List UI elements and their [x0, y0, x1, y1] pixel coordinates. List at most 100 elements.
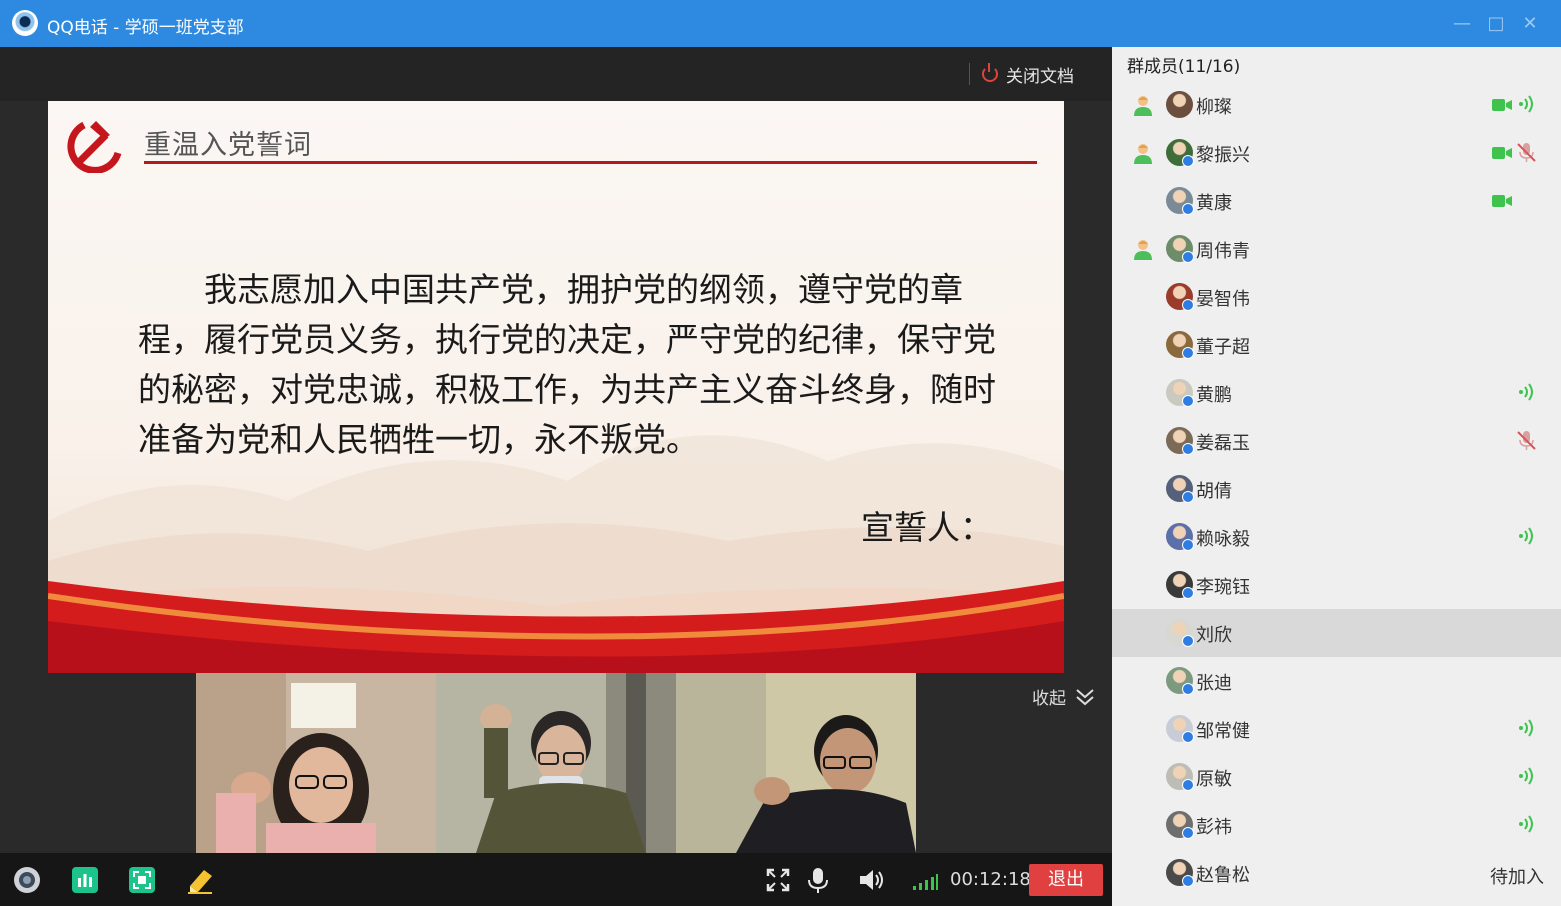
call-toolbar: 00:12:18 退出 [0, 853, 1112, 906]
video-camera-icon [1492, 147, 1512, 159]
video-camera-icon [1492, 195, 1512, 207]
member-row[interactable]: 原敏 [1112, 753, 1561, 801]
fullscreen-icon[interactable] [764, 866, 792, 894]
member-row[interactable]: 刘欣 [1112, 609, 1561, 657]
member-row[interactable]: 赖咏毅 [1112, 513, 1561, 561]
device-badge-icon [1182, 683, 1194, 695]
close-icon[interactable]: ✕ [1520, 14, 1540, 34]
close-document-label: 关闭文档 [1006, 66, 1074, 87]
collapse-label: 收起 [1032, 689, 1066, 709]
member-name: 柳璨 [1196, 97, 1232, 118]
avatar [1166, 91, 1193, 118]
muted-microphone-icon [1517, 431, 1536, 450]
party-emblem-icon [67, 121, 122, 173]
member-row[interactable]: 黄康 [1112, 177, 1561, 225]
device-badge-icon [1182, 779, 1194, 791]
speaking-icon [1519, 815, 1533, 833]
device-badge-icon [1182, 875, 1194, 887]
video-feed-1[interactable] [196, 673, 436, 853]
member-name: 姜磊玉 [1196, 433, 1250, 454]
title-underline [144, 161, 1037, 164]
device-badge-icon [1182, 539, 1194, 551]
host-user-icon [1134, 144, 1152, 164]
device-badge-icon [1182, 827, 1194, 839]
slide-title: 重温入党誓词 [144, 130, 312, 161]
member-name: 黄鹏 [1196, 385, 1232, 406]
chart-icon[interactable] [71, 866, 99, 894]
whiteboard-icon[interactable] [186, 866, 214, 894]
speaking-icon [1519, 719, 1533, 737]
close-document-button[interactable]: 关闭文档 [982, 61, 1074, 87]
host-user-icon [1134, 240, 1152, 260]
exit-button[interactable]: 退出 [1029, 864, 1103, 896]
shared-slide: 重温入党誓词 我志愿加入中国共产党，拥护党的纲领，遵守党的章程，履行党员义务，执… [48, 101, 1064, 673]
divider [969, 63, 970, 85]
device-badge-icon [1182, 347, 1194, 359]
member-name: 黎振兴 [1196, 145, 1250, 166]
member-row[interactable]: 邹常健 [1112, 705, 1561, 753]
video-feed-3[interactable] [676, 673, 916, 853]
maximize-icon[interactable]: □ [1486, 14, 1506, 34]
title-bar: QQ电话 - 学硕一班党支部 — □ ✕ [0, 0, 1561, 47]
signal-icon [913, 874, 938, 890]
member-row[interactable]: 柳璨 [1112, 81, 1561, 129]
oath-taker-label: 宣誓人： [861, 508, 993, 547]
power-icon [982, 63, 998, 82]
speaking-icon [1519, 767, 1533, 785]
member-row[interactable]: 黎振兴 [1112, 129, 1561, 177]
device-badge-icon [1182, 155, 1194, 167]
member-name: 周伟青 [1196, 241, 1250, 262]
device-badge-icon [1182, 443, 1194, 455]
device-badge-icon [1182, 395, 1194, 407]
member-name: 张迪 [1196, 673, 1232, 694]
member-row[interactable]: 姜磊玉 [1112, 417, 1561, 465]
window-title: QQ电话 - 学硕一班党支部 [47, 18, 244, 38]
member-row[interactable]: 黄鹏 [1112, 369, 1561, 417]
speaking-icon [1519, 527, 1533, 545]
chevron-down-icon [1076, 688, 1094, 705]
member-name: 黄康 [1196, 193, 1232, 214]
call-main-area: 关闭文档 重温入党誓词 我志愿加入中国共产党，拥护党的纲领，遵守党的章程，履行党… [0, 47, 1112, 906]
muted-microphone-icon [1517, 143, 1536, 162]
qq-phone-icon [12, 10, 38, 36]
video-camera-icon [1492, 99, 1512, 111]
device-badge-icon [1182, 731, 1194, 743]
member-row[interactable]: 张迪 [1112, 657, 1561, 705]
member-row[interactable]: 赵鲁松 待加入 [1112, 849, 1561, 897]
screen-share-icon[interactable] [128, 866, 156, 894]
member-row[interactable]: 董子超 [1112, 321, 1561, 369]
call-timer: 00:12:18 [950, 869, 1031, 890]
member-row[interactable]: 李琬钰 [1112, 561, 1561, 609]
pending-join-label: 待加入 [1490, 867, 1544, 888]
member-name: 邹常健 [1196, 721, 1250, 742]
device-badge-icon [1182, 491, 1194, 503]
member-count-header: 群成员(11/16) [1127, 57, 1241, 77]
member-row[interactable]: 晏智伟 [1112, 273, 1561, 321]
device-badge-icon [1182, 299, 1194, 311]
device-badge-icon [1182, 203, 1194, 215]
device-badge-icon [1182, 587, 1194, 599]
member-row[interactable]: 胡倩 [1112, 465, 1561, 513]
speaking-icon [1519, 95, 1533, 113]
member-name: 晏智伟 [1196, 289, 1250, 310]
video-feed-2[interactable] [436, 673, 676, 853]
camera-icon[interactable] [13, 866, 41, 894]
member-row[interactable]: 周伟青 [1112, 225, 1561, 273]
member-name: 赵鲁松 [1196, 865, 1250, 886]
host-user-icon [1134, 96, 1152, 116]
member-name: 董子超 [1196, 337, 1250, 358]
minimize-icon[interactable]: — [1452, 14, 1472, 34]
collapse-button[interactable]: 收起 [1032, 684, 1096, 709]
speaker-icon[interactable] [857, 866, 885, 894]
member-sidebar: 群成员(11/16) 柳璨黎振兴黄康周伟青晏智伟董子超黄鹏姜磊玉胡倩赖咏毅李琬钰… [1112, 47, 1561, 906]
member-name: 原敏 [1196, 769, 1232, 790]
member-name: 胡倩 [1196, 481, 1232, 502]
member-name: 刘欣 [1196, 625, 1232, 646]
document-toolbar: 关闭文档 [0, 47, 1112, 101]
device-badge-icon [1182, 251, 1194, 263]
microphone-icon[interactable] [804, 866, 832, 894]
member-row[interactable]: 彭祎 [1112, 801, 1561, 849]
device-badge-icon [1182, 635, 1194, 647]
member-name: 李琬钰 [1196, 577, 1250, 598]
speaking-icon [1519, 383, 1533, 401]
